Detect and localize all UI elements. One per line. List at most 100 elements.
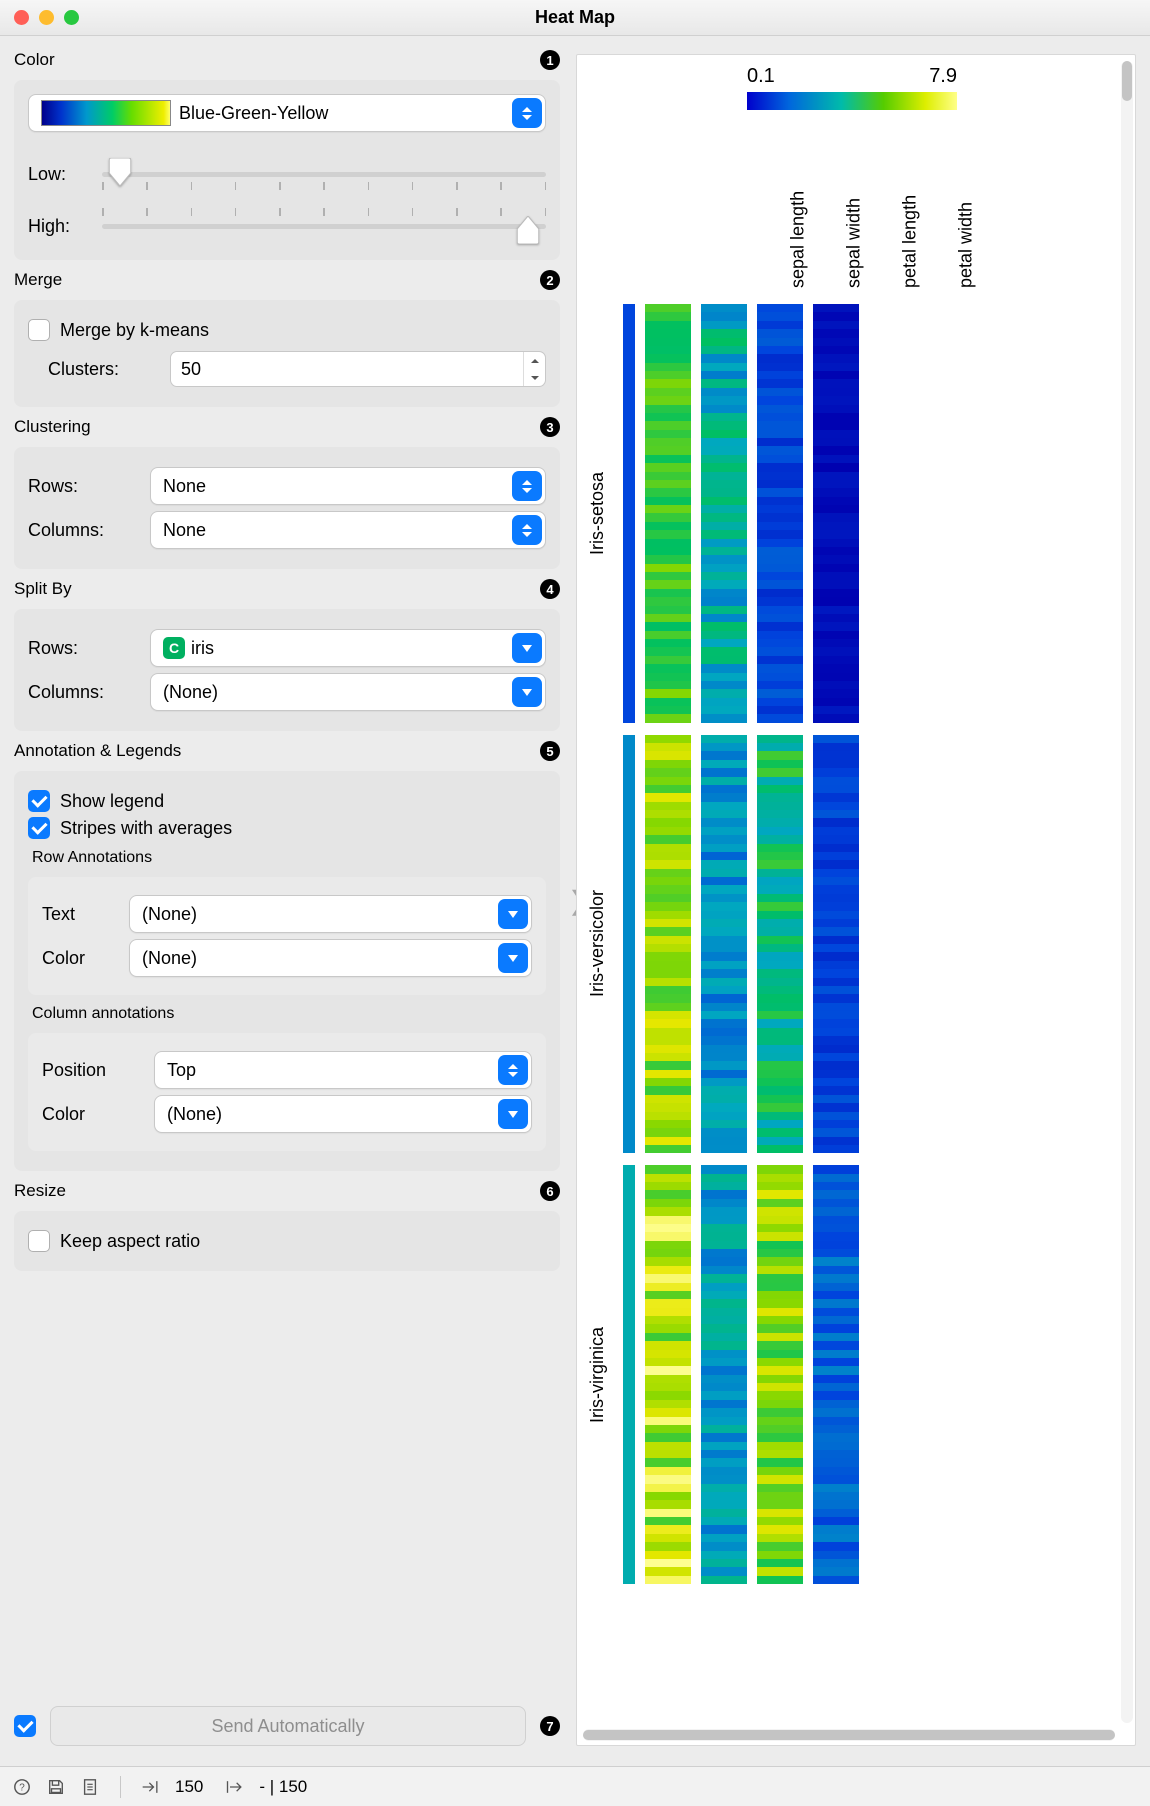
chevron-down-icon bbox=[512, 677, 542, 707]
heatmap-column bbox=[645, 304, 691, 723]
anno-group: Show legend Stripes with averages Row An… bbox=[14, 771, 560, 1171]
legend-gradient bbox=[747, 92, 957, 110]
clustering-group: Rows: None Columns: None bbox=[14, 447, 560, 569]
heatmap-column bbox=[813, 304, 859, 723]
heatmap-column bbox=[813, 735, 859, 1154]
column-label: sepal width bbox=[831, 148, 877, 288]
col-anno-pos-select[interactable]: Top bbox=[154, 1051, 532, 1089]
chevron-down-icon bbox=[498, 1099, 528, 1129]
heatmap-column bbox=[645, 735, 691, 1154]
input-count: 150 bbox=[175, 1777, 203, 1797]
window-title: Heat Map bbox=[0, 7, 1150, 28]
anno-section-label: Annotation & Legends bbox=[14, 741, 181, 761]
split-section-label: Split By bbox=[14, 579, 72, 599]
heatmap-row-group: Iris-virginica bbox=[587, 1165, 859, 1584]
clust-rows-value: None bbox=[163, 476, 206, 497]
clust-rows-select[interactable]: None bbox=[150, 467, 546, 505]
column-label: petal length bbox=[887, 148, 933, 288]
chevron-down-icon bbox=[498, 943, 528, 973]
updown-icon bbox=[498, 1055, 528, 1085]
clusters-input[interactable] bbox=[171, 352, 523, 386]
high-label: High: bbox=[28, 216, 88, 237]
col-anno-pos-value: Top bbox=[167, 1060, 196, 1081]
high-slider-thumb[interactable] bbox=[517, 216, 539, 244]
color-legend: 0.1 7.9 bbox=[747, 65, 957, 110]
split-cols-label: Columns: bbox=[28, 682, 138, 703]
low-slider[interactable] bbox=[102, 154, 546, 194]
row-group-label: Iris-setosa bbox=[587, 472, 613, 555]
clusters-label: Clusters: bbox=[48, 359, 158, 380]
heatmap-column bbox=[645, 1165, 691, 1584]
save-icon[interactable] bbox=[46, 1777, 66, 1797]
output-count: - | 150 bbox=[259, 1777, 307, 1797]
help-icon[interactable]: ? bbox=[12, 1777, 32, 1797]
split-rows-select[interactable]: C iris bbox=[150, 629, 546, 667]
row-anno-text-select[interactable]: (None) bbox=[129, 895, 532, 933]
heatmap-column bbox=[701, 1165, 747, 1584]
column-labels: sepal lengthsepal widthpetal lengthpetal… bbox=[647, 138, 1117, 288]
clust-cols-value: None bbox=[163, 520, 206, 541]
clusters-step-down[interactable] bbox=[524, 369, 545, 386]
heatmap-canvas: 0.1 7.9 sepal lengthsepal widthpetal len… bbox=[576, 54, 1136, 1746]
row-anno-box: Text (None) Color (None) bbox=[28, 877, 546, 995]
color-palette-select[interactable]: Blue-Green-Yellow bbox=[28, 94, 546, 132]
stripes-label: Stripes with averages bbox=[60, 818, 232, 839]
categorical-badge-icon: C bbox=[163, 637, 185, 659]
col-anno-color-select[interactable]: (None) bbox=[154, 1095, 532, 1133]
clustering-section-label: Clustering bbox=[14, 417, 91, 437]
column-label: petal width bbox=[943, 148, 989, 288]
resize-group: Keep aspect ratio bbox=[14, 1211, 560, 1271]
clusters-step-up[interactable] bbox=[524, 352, 545, 369]
vertical-scrollbar[interactable] bbox=[1121, 61, 1133, 1723]
row-group-label: Iris-versicolor bbox=[587, 890, 613, 997]
row-anno-color-label: Color bbox=[42, 948, 117, 969]
stripes-checkbox[interactable] bbox=[28, 817, 50, 839]
col-anno-color-value: (None) bbox=[167, 1104, 222, 1125]
column-label: sepal length bbox=[775, 148, 821, 288]
resize-section-label: Resize bbox=[14, 1181, 66, 1201]
info-badge-7: 7 bbox=[540, 1716, 560, 1736]
input-icon bbox=[141, 1777, 161, 1797]
split-cols-value: (None) bbox=[163, 682, 218, 703]
clusters-spinbox[interactable] bbox=[170, 351, 546, 387]
split-cols-select[interactable]: (None) bbox=[150, 673, 546, 711]
row-anno-title: Row Annotations bbox=[32, 849, 546, 867]
split-rows-value: iris bbox=[191, 638, 214, 659]
heatmap-row-group: Iris-setosa bbox=[587, 304, 859, 723]
report-icon[interactable] bbox=[80, 1777, 100, 1797]
heatmap-column bbox=[757, 304, 803, 723]
send-auto-checkbox[interactable] bbox=[14, 1715, 36, 1737]
show-legend-label: Show legend bbox=[60, 791, 164, 812]
row-anno-color-select[interactable]: (None) bbox=[129, 939, 532, 977]
updown-icon bbox=[512, 98, 542, 128]
show-legend-checkbox[interactable] bbox=[28, 790, 50, 812]
svg-text:?: ? bbox=[19, 1782, 25, 1793]
info-badge-1: 1 bbox=[540, 50, 560, 70]
color-section-label: Color bbox=[14, 50, 55, 70]
low-slider-thumb[interactable] bbox=[109, 158, 131, 186]
heatmap-column bbox=[701, 304, 747, 723]
average-stripe bbox=[623, 304, 635, 723]
high-slider[interactable] bbox=[102, 206, 546, 246]
horizontal-scrollbar[interactable] bbox=[583, 1729, 1115, 1741]
heatmap-row-group: Iris-versicolor bbox=[587, 735, 859, 1154]
send-automatically-button[interactable]: Send Automatically bbox=[50, 1706, 526, 1746]
row-group-label: Iris-virginica bbox=[587, 1327, 613, 1423]
clust-cols-select[interactable]: None bbox=[150, 511, 546, 549]
merge-section-label: Merge bbox=[14, 270, 62, 290]
info-badge-4: 4 bbox=[540, 579, 560, 599]
heatmap-column bbox=[757, 735, 803, 1154]
palette-swatch bbox=[41, 100, 171, 126]
legend-max: 7.9 bbox=[929, 65, 957, 88]
color-group: Blue-Green-Yellow Low: High: bbox=[14, 80, 560, 260]
keep-aspect-checkbox[interactable] bbox=[28, 1230, 50, 1252]
merge-kmeans-checkbox[interactable] bbox=[28, 319, 50, 341]
merge-group: Merge by k-means Clusters: bbox=[14, 300, 560, 407]
col-anno-pos-label: Position bbox=[42, 1060, 142, 1081]
heatmap-column bbox=[701, 735, 747, 1154]
info-badge-5: 5 bbox=[540, 741, 560, 761]
row-anno-text-label: Text bbox=[42, 904, 117, 925]
row-anno-text-value: (None) bbox=[142, 904, 197, 925]
row-anno-color-value: (None) bbox=[142, 948, 197, 969]
average-stripe bbox=[623, 735, 635, 1154]
